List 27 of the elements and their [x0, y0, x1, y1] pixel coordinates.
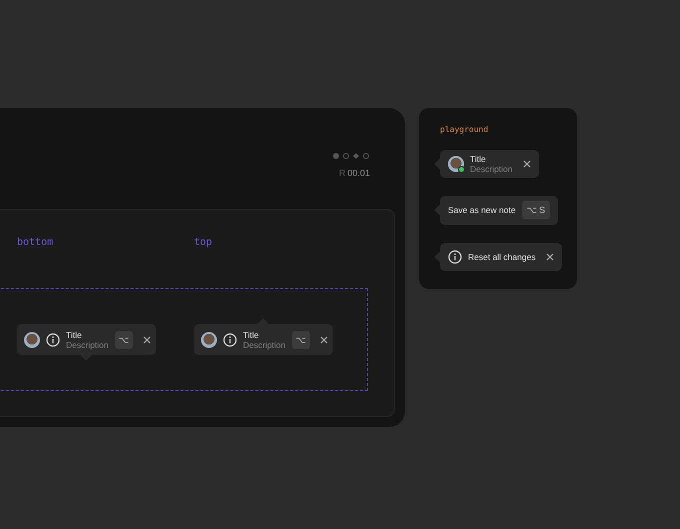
tooltip-description: Description [243, 340, 286, 350]
playground-label: playground [440, 125, 488, 134]
shortcut-key: ⌥ S [522, 201, 550, 220]
tooltip-description: Description [470, 164, 513, 174]
close-icon[interactable] [142, 336, 151, 344]
avatar [448, 156, 464, 172]
placement-label: bottom [17, 237, 54, 250]
reading-value: 00.01 [347, 168, 370, 178]
close-icon[interactable] [546, 252, 554, 261]
tooltip-description: Description [66, 340, 109, 350]
shortcut-key: ⌥ [114, 330, 133, 348]
tooltip-title: Title [243, 330, 260, 340]
info-icon [223, 332, 237, 346]
avatar [201, 332, 217, 348]
tooltip-title: Title [470, 154, 487, 164]
info-icon [46, 332, 60, 346]
close-icon[interactable] [320, 336, 328, 344]
reading-prefix: R [338, 168, 346, 178]
info-icon [448, 250, 462, 264]
tooltip-text: Reset all changes [468, 252, 536, 262]
close-icon[interactable] [522, 160, 531, 168]
avatar [24, 332, 40, 348]
step-dots-icon [332, 152, 370, 160]
placement-label: top [194, 237, 214, 250]
tooltip-title: Title [66, 330, 83, 340]
tooltip-text: Save as new note [448, 205, 516, 216]
shortcut-key: ⌥ [292, 330, 310, 348]
